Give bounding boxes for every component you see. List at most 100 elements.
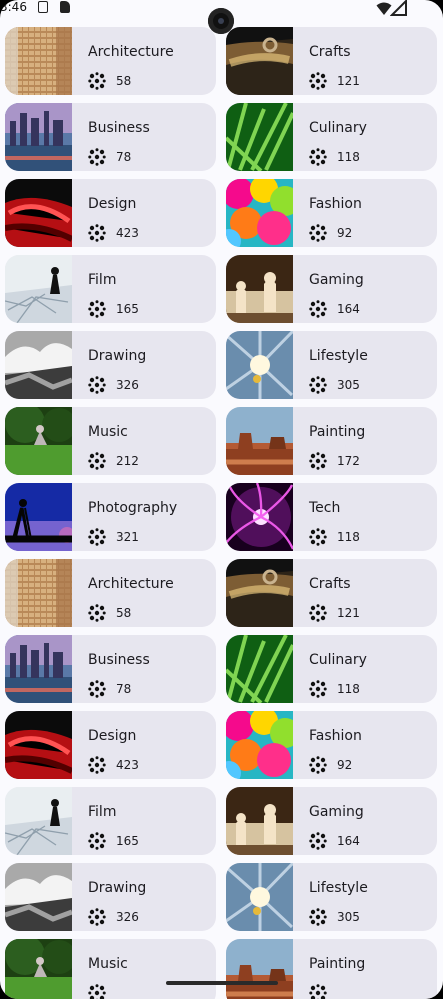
topic-title: Tech xyxy=(309,500,341,516)
grid-pattern-icon xyxy=(309,376,327,394)
business-thumbnail xyxy=(5,635,72,703)
grid-pattern-icon xyxy=(88,148,106,166)
grid-pattern-icon xyxy=(309,604,327,622)
topic-title: Culinary xyxy=(309,652,367,668)
topic-count: 121 xyxy=(337,606,360,620)
grid-pattern-icon xyxy=(309,756,327,774)
topic-card[interactable]: Architecture 58 xyxy=(5,559,216,627)
topic-meta: 58 xyxy=(88,603,131,623)
topic-card[interactable]: Architecture 58 xyxy=(5,27,216,95)
topic-card[interactable]: Drawing 326 xyxy=(5,331,216,399)
topic-title: Gaming xyxy=(309,272,364,288)
topic-card[interactable]: Lifestyle 305 xyxy=(226,331,437,399)
fashion-thumbnail xyxy=(226,711,293,779)
topic-count: 212 xyxy=(116,454,139,468)
topic-title: Film xyxy=(88,804,117,820)
grid-pattern-icon xyxy=(309,452,327,470)
topic-title: Fashion xyxy=(309,728,362,744)
topic-card[interactable]: Crafts 121 xyxy=(226,27,437,95)
topic-card[interactable]: Music xyxy=(5,939,216,999)
grid-pattern-icon xyxy=(88,680,106,698)
topic-title: Drawing xyxy=(88,880,147,896)
grid-pattern-icon xyxy=(88,452,106,470)
topic-count: 78 xyxy=(116,150,132,164)
topic-grid-screen: 3:46 Architecture 58 Crafts 121 Business 78 Cu… xyxy=(0,0,443,999)
topic-title: Painting xyxy=(309,956,366,972)
topic-meta: 78 xyxy=(88,147,131,167)
topic-card[interactable]: Culinary 118 xyxy=(226,103,437,171)
crafts-thumbnail xyxy=(226,559,293,627)
topic-card[interactable]: Photography 321 xyxy=(5,483,216,551)
topic-count: 118 xyxy=(337,530,360,544)
grid-pattern-icon xyxy=(88,300,106,318)
status-time: 3:46 xyxy=(0,0,27,14)
tech-thumbnail xyxy=(226,483,293,551)
topic-card[interactable]: Painting xyxy=(226,939,437,999)
topic-card[interactable]: Gaming 164 xyxy=(226,255,437,323)
topic-meta: 118 xyxy=(309,679,360,699)
topic-meta: 321 xyxy=(88,527,139,547)
crafts-thumbnail xyxy=(226,27,293,95)
topic-meta: 92 xyxy=(309,755,352,775)
drawing-thumbnail xyxy=(5,863,72,931)
grid-pattern-icon xyxy=(309,224,327,242)
topic-grid: Architecture 58 Crafts 121 Business 78 Culinar… xyxy=(5,27,437,999)
topic-meta: 164 xyxy=(309,299,360,319)
topic-title: Business xyxy=(88,652,150,668)
topic-card[interactable]: Fashion 92 xyxy=(226,711,437,779)
lifestyle-thumbnail xyxy=(226,331,293,399)
topic-card[interactable]: Music 212 xyxy=(5,407,216,475)
topic-count: 78 xyxy=(116,682,132,696)
topic-count: 326 xyxy=(116,378,139,392)
topic-card[interactable]: Crafts 121 xyxy=(226,559,437,627)
music-thumbnail xyxy=(5,407,72,475)
front-camera xyxy=(208,8,234,34)
topic-title: Design xyxy=(88,728,137,744)
topic-card[interactable]: Culinary 118 xyxy=(226,635,437,703)
topic-title: Painting xyxy=(309,424,366,440)
topic-card[interactable]: Gaming 164 xyxy=(226,787,437,855)
topic-count: 423 xyxy=(116,758,139,772)
film-thumbnail xyxy=(5,787,72,855)
grid-pattern-icon xyxy=(88,604,106,622)
topic-card[interactable]: Film 165 xyxy=(5,787,216,855)
topic-meta: 165 xyxy=(88,831,139,851)
gesture-navigation-handle[interactable] xyxy=(166,981,278,985)
topic-meta: 78 xyxy=(88,679,131,699)
signal-icon xyxy=(390,0,407,16)
topic-count: 121 xyxy=(337,74,360,88)
grid-pattern-icon xyxy=(309,528,327,546)
topic-card[interactable]: Film 165 xyxy=(5,255,216,323)
fashion-thumbnail xyxy=(226,179,293,247)
topic-card[interactable]: Business 78 xyxy=(5,103,216,171)
topic-card[interactable]: Drawing 326 xyxy=(5,863,216,931)
topic-meta: 326 xyxy=(88,907,139,927)
topic-title: Culinary xyxy=(309,120,367,136)
topic-meta: 305 xyxy=(309,907,360,927)
topic-count: 321 xyxy=(116,530,139,544)
topic-meta: 165 xyxy=(88,299,139,319)
grid-pattern-icon xyxy=(309,148,327,166)
topic-title: Design xyxy=(88,196,137,212)
grid-pattern-icon xyxy=(88,224,106,242)
topic-title: Photography xyxy=(88,500,178,516)
topic-card[interactable]: Design 423 xyxy=(5,711,216,779)
topic-card[interactable]: Business 78 xyxy=(5,635,216,703)
topic-card[interactable]: Design 423 xyxy=(5,179,216,247)
topic-meta: 423 xyxy=(88,755,139,775)
sd-card-icon xyxy=(60,1,70,13)
topic-title: Lifestyle xyxy=(309,348,368,364)
topic-count: 305 xyxy=(337,910,360,924)
topic-card[interactable]: Fashion 92 xyxy=(226,179,437,247)
painting-thumbnail xyxy=(226,407,293,475)
topic-meta: 305 xyxy=(309,375,360,395)
drawing-thumbnail xyxy=(5,331,72,399)
grid-pattern-icon xyxy=(309,832,327,850)
grid-pattern-icon xyxy=(309,984,327,999)
topic-title: Architecture xyxy=(88,44,174,60)
topic-card[interactable]: Lifestyle 305 xyxy=(226,863,437,931)
gaming-thumbnail xyxy=(226,255,293,323)
topic-card[interactable]: Painting 172 xyxy=(226,407,437,475)
topic-card[interactable]: Tech 118 xyxy=(226,483,437,551)
topic-count: 165 xyxy=(116,302,139,316)
